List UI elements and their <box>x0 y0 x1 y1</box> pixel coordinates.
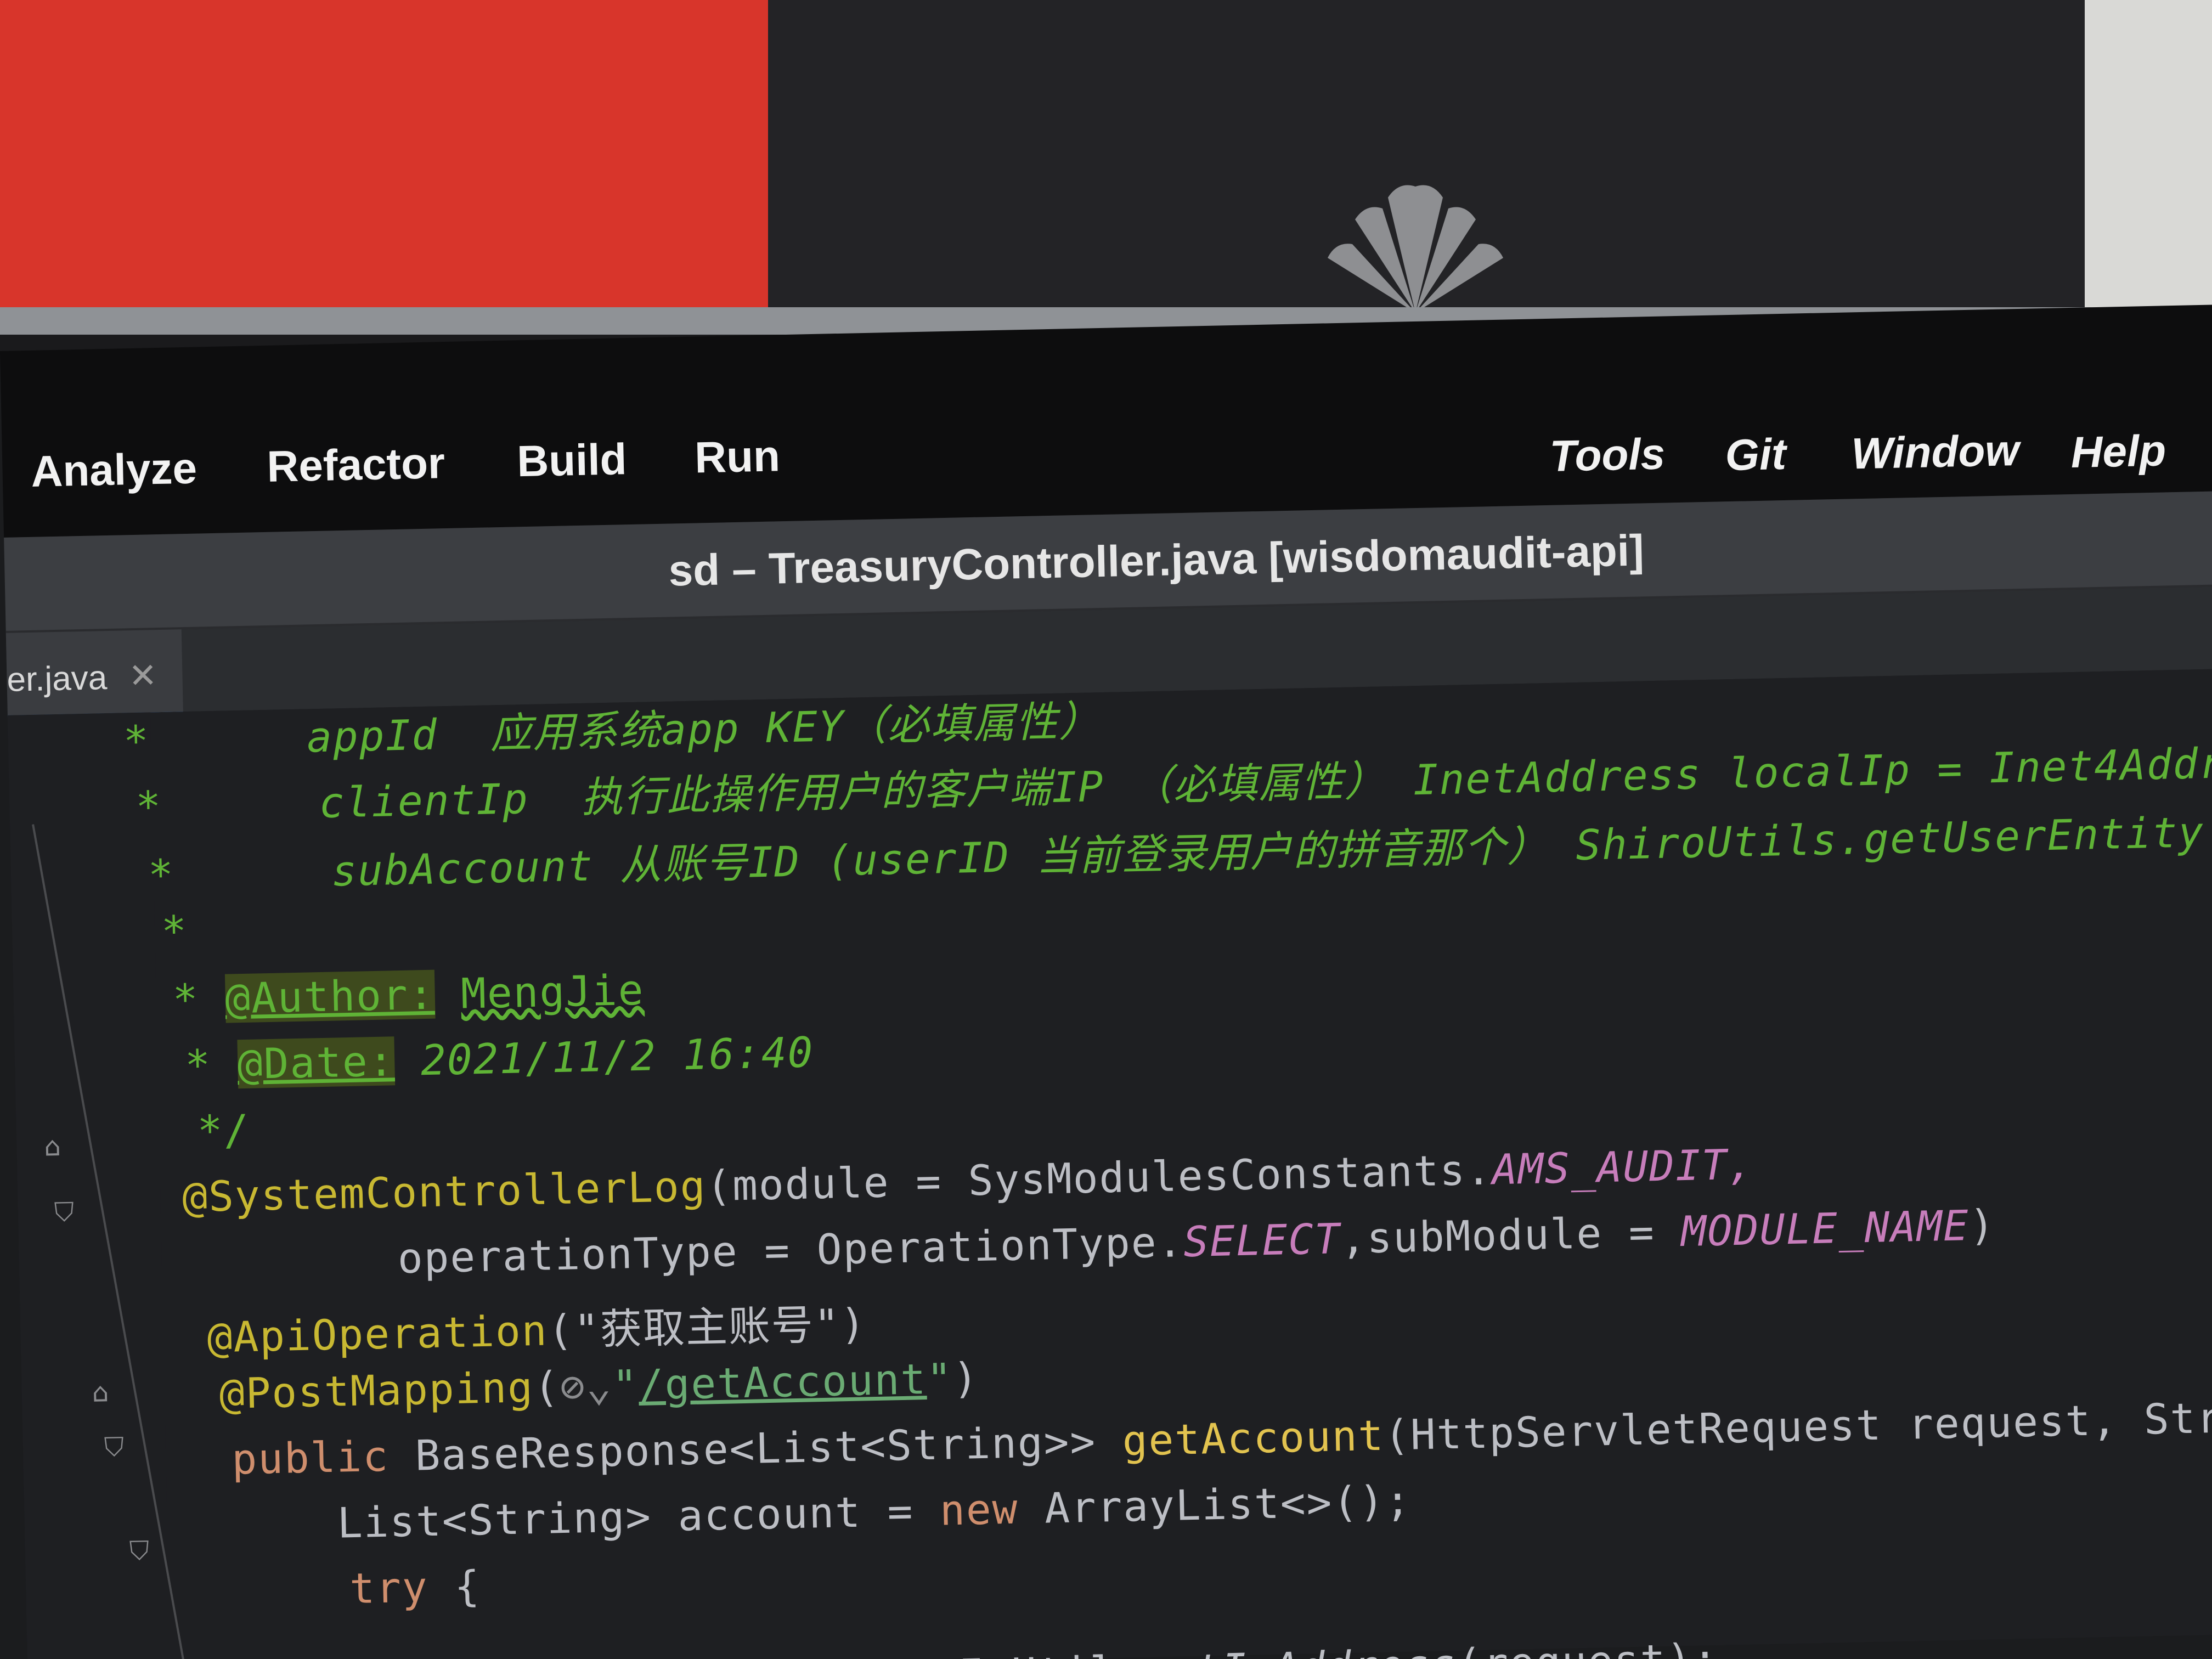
string-literal: "获取主账号" <box>573 1300 841 1355</box>
code-line: try { <box>349 1561 481 1613</box>
code-line: * @Author: MengJie <box>172 966 645 1024</box>
code-text: String ipAddress = IpUtil. <box>461 1646 1143 1659</box>
doc-param-desc: 从账号ID (userID 当前登录用户的拼音那个） <box>619 821 1550 890</box>
code-line: * @Date: 2021/11/2 16:40 <box>184 1028 814 1090</box>
photo-scene: Analyze Refactor Build Run Tools Git Win… <box>0 0 2212 1659</box>
doc-date-value: 2021/11/2 16:40 <box>420 1028 815 1085</box>
code-text: ArrayList<>(); <box>1018 1476 1412 1533</box>
code-text: { <box>427 1561 482 1612</box>
background-red-panel <box>0 0 779 329</box>
fold-marker-icon[interactable]: ⛉ <box>129 1536 149 1567</box>
doc-author-value: MengJie <box>460 965 645 1018</box>
annotation-name: @PostMapping <box>218 1363 534 1419</box>
window-title: sd – TreasuryController.java [wisdomaudi… <box>668 526 1645 595</box>
doc-star: * <box>135 782 163 831</box>
code-line: List<String> account = new ArrayList<>()… <box>337 1476 1412 1548</box>
constant-value: AMS_AUDIT <box>1491 1140 1729 1194</box>
menu-help[interactable]: Help <box>2070 425 2166 478</box>
code-line: */ <box>196 1105 251 1155</box>
menu-window[interactable]: Window <box>1851 425 2020 479</box>
constant-value: SELECT <box>1183 1214 1341 1267</box>
menu-analyze[interactable]: Analyze <box>31 443 198 497</box>
doc-param-name: appId <box>306 710 438 762</box>
code-line: @PostMapping(⊘⌄"/getAccount") <box>219 1353 980 1418</box>
code-punct: ) <box>1968 1200 1996 1250</box>
code-punct: ) <box>952 1353 980 1403</box>
fold-marker-icon[interactable]: ⛉ <box>104 1432 124 1464</box>
code-line: String ipAddress = IpUtil.getIpAddress(r… <box>461 1634 1719 1659</box>
code-text: ,subModule = <box>1340 1207 1682 1263</box>
menu-tools[interactable]: Tools <box>1549 428 1666 481</box>
menu-git[interactable]: Git <box>1725 429 1787 481</box>
method-call: getIpAddress <box>1142 1640 1458 1659</box>
string-quote: " <box>926 1354 953 1404</box>
doc-extra: ShiroUtils.getUserEntity() <box>1575 806 2212 870</box>
code-editor[interactable]: ⌂ ⛉ ⌂ ⛉ ⛉ * appId 应用系统app KEY（必填属性） * cl… <box>7 667 2212 1659</box>
method-name: getAccount <box>1121 1410 1385 1465</box>
code-text: List<String> account = <box>336 1486 940 1548</box>
url-mapping-icon[interactable]: ⊘⌄ <box>560 1361 613 1411</box>
menu-run[interactable]: Run <box>694 431 780 483</box>
doc-param-name: subAccount <box>331 841 594 896</box>
doc-star: * <box>123 716 150 766</box>
fold-marker-icon[interactable]: ⌂ <box>92 1377 109 1408</box>
keyword: try <box>349 1562 429 1613</box>
code-punct: ( <box>547 1305 575 1355</box>
menu-build[interactable]: Build <box>516 434 627 487</box>
code-text: operationType = OperationType. <box>397 1217 1184 1283</box>
code-text: (module = SysModulesConstants. <box>706 1145 1493 1211</box>
annotation-name: @ApiOperation <box>206 1306 549 1362</box>
annotation-name: @SystemControllerLog <box>182 1161 707 1222</box>
menu-refactor[interactable]: Refactor <box>267 438 445 492</box>
code-punct: , <box>1727 1139 1755 1189</box>
doc-param-desc: 执行此操作用户的客户端IP （必填属性） <box>580 756 1388 822</box>
doc-param-desc: 应用系统app KEY（必填属性） <box>489 696 1102 758</box>
code-punct: ) <box>839 1299 867 1349</box>
doc-date-tag: @Date: <box>236 1036 396 1089</box>
background-light-area <box>2085 0 2212 318</box>
fold-marker-icon[interactable]: ⛉ <box>54 1197 74 1229</box>
doc-star: * <box>148 850 175 900</box>
code-line: operationType = OperationType.SELECT,sub… <box>397 1200 1996 1283</box>
editor-gutter: ⌂ ⛉ ⌂ ⛉ ⛉ <box>7 712 186 1659</box>
laptop-screen: Analyze Refactor Build Run Tools Git Win… <box>0 303 2212 1659</box>
constant-value: MODULE_NAME <box>1680 1201 1970 1256</box>
close-icon[interactable]: ✕ <box>128 655 157 696</box>
code-line: @ApiOperation("获取主账号") <box>206 1290 867 1364</box>
string-quote: " <box>612 1361 639 1410</box>
doc-param-name: clientIp <box>318 774 529 827</box>
code-punct: ( <box>533 1362 561 1412</box>
keyword: new <box>939 1484 1019 1535</box>
code-line: * <box>161 906 188 956</box>
code-text: (HttpServletRequest request, String <box>1384 1391 2212 1460</box>
tab-label: er.java <box>6 659 108 699</box>
keyword: public <box>231 1431 390 1484</box>
code-text: (request); <box>1457 1634 1719 1659</box>
doc-star: * <box>184 1040 212 1090</box>
doc-star: * <box>161 906 188 956</box>
endpoint-url-link[interactable]: /getAccount <box>638 1355 927 1409</box>
doc-author-tag: @Author: <box>224 969 436 1023</box>
fold-marker-icon[interactable]: ⌂ <box>44 1131 61 1163</box>
doc-star: * <box>172 974 200 1024</box>
brand-logo-icon <box>1328 185 1503 313</box>
code-text: BaseResponse<List<String>> <box>388 1416 1123 1481</box>
code-line: @SystemControllerLog(module = SysModules… <box>182 1139 1754 1221</box>
doc-extra: InetAddress localIp = Inet4Address <box>1412 737 2212 805</box>
